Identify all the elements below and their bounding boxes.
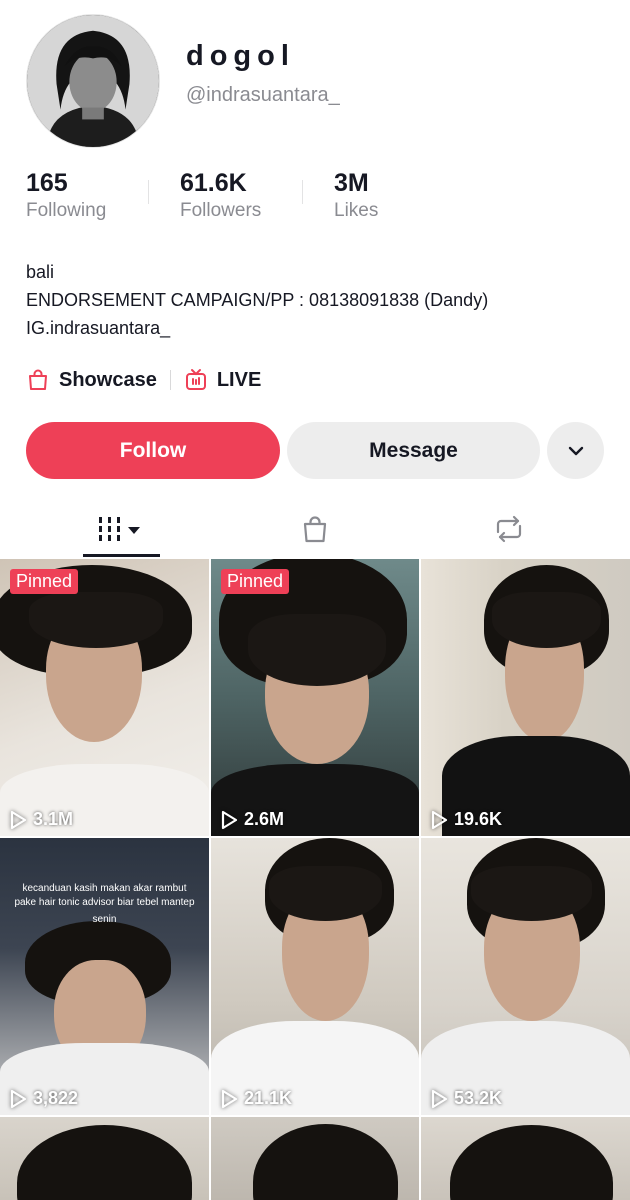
video-preview-image: [421, 838, 630, 1115]
play-icon: [10, 810, 27, 829]
profile-stats: 165 Following 61.6K Followers 3M Likes: [26, 168, 426, 224]
video-thumbnail[interactable]: Pinned 2.6M: [211, 559, 419, 836]
video-caption-subtitle: senin: [92, 914, 117, 925]
view-count: 3,822: [9, 1088, 78, 1109]
live-label: LIVE: [216, 368, 262, 391]
video-thumbnail[interactable]: [421, 1117, 630, 1200]
stat-likes-value: 3M: [334, 169, 369, 197]
bio-line: IG.indrasuantara_: [26, 318, 171, 338]
stat-following-value: 165: [26, 169, 68, 197]
suggested-accounts-button[interactable]: [547, 422, 604, 479]
video-caption-overlay: kecanduan kasih makan akar rambut pake h…: [14, 883, 195, 908]
video-thumbnail[interactable]: 19.6K: [421, 559, 630, 836]
showcase-label: Showcase: [59, 368, 157, 391]
stat-followers[interactable]: 61.6K Followers: [180, 168, 261, 224]
stat-following[interactable]: 165 Following: [26, 168, 106, 224]
pinned-badge: Pinned: [221, 569, 290, 594]
view-count: 3.1M: [9, 809, 73, 830]
videos-grid-icon: [98, 517, 140, 541]
video-thumbnail[interactable]: [0, 1117, 209, 1200]
view-count-value: 3,822: [33, 1088, 79, 1108]
tab-shop[interactable]: [276, 500, 353, 558]
bio-line: ENDORSEMENT CAMPAIGN/PP : 08138091838 (D…: [26, 290, 489, 310]
video-preview-image: [0, 1117, 209, 1200]
play-icon: [431, 810, 448, 829]
video-preview-image: [211, 838, 419, 1115]
link-divider: [169, 370, 171, 390]
view-count-value: 53.2K: [454, 1088, 503, 1108]
video-thumbnail[interactable]: [211, 1117, 419, 1200]
view-count: 53.2K: [430, 1088, 502, 1109]
video-thumbnail[interactable]: kecanduan kasih makan akar rambut pake h…: [0, 838, 209, 1115]
video-thumbnail[interactable]: Pinned 3.1M: [0, 559, 209, 836]
stat-divider: [148, 180, 149, 204]
pinned-badge: Pinned: [10, 569, 79, 594]
tab-videos[interactable]: [83, 500, 160, 558]
view-count: 19.6K: [430, 809, 502, 830]
view-count-value: 2.6M: [244, 809, 285, 829]
video-thumbnail[interactable]: 21.1K: [211, 838, 419, 1115]
view-count: 2.6M: [220, 809, 284, 830]
showcase-link[interactable]: Showcase: [26, 368, 157, 392]
stat-likes[interactable]: 3M Likes: [334, 168, 378, 224]
chevron-down-icon: [568, 446, 583, 455]
stat-likes-label: Likes: [334, 200, 379, 221]
stat-followers-label: Followers: [180, 200, 262, 221]
profile-tabs: [0, 500, 630, 558]
shopping-bag-icon: [303, 516, 326, 543]
username: @indrasuantara_: [186, 84, 340, 106]
video-preview-image: [421, 1117, 630, 1200]
video-preview-image: [421, 559, 630, 836]
profile-links: Showcase LIVE: [26, 364, 261, 396]
display-name: dogol: [186, 40, 295, 72]
stat-following-label: Following: [26, 200, 107, 221]
live-link[interactable]: LIVE: [184, 368, 261, 392]
live-tv-icon: [185, 369, 206, 390]
play-icon: [10, 1089, 27, 1108]
video-preview-image: [211, 1117, 419, 1200]
bio-line: bali: [26, 262, 55, 282]
play-icon: [221, 810, 238, 829]
video-preview-image: [0, 559, 209, 836]
active-tab-indicator: [83, 554, 160, 557]
tab-reposts[interactable]: [470, 500, 547, 558]
play-icon: [431, 1089, 448, 1108]
video-preview-image: [0, 838, 209, 1115]
repost-icon: [496, 515, 521, 543]
video-preview-image: [211, 559, 419, 836]
view-count-value: 3.1M: [33, 809, 74, 829]
profile-avatar[interactable]: [26, 14, 160, 148]
profile-bio: bali ENDORSEMENT CAMPAIGN/PP : 081380918…: [26, 258, 488, 342]
message-button[interactable]: Message: [287, 422, 540, 479]
view-count: 21.1K: [220, 1088, 292, 1109]
view-count-value: 19.6K: [454, 809, 503, 829]
stat-divider: [302, 180, 303, 204]
view-count-value: 21.1K: [244, 1088, 293, 1108]
follow-button[interactable]: Follow: [26, 422, 280, 479]
play-icon: [221, 1089, 238, 1108]
video-thumbnail[interactable]: 53.2K: [421, 838, 630, 1115]
shopping-bag-icon: [29, 369, 47, 390]
stat-followers-value: 61.6K: [180, 169, 247, 197]
